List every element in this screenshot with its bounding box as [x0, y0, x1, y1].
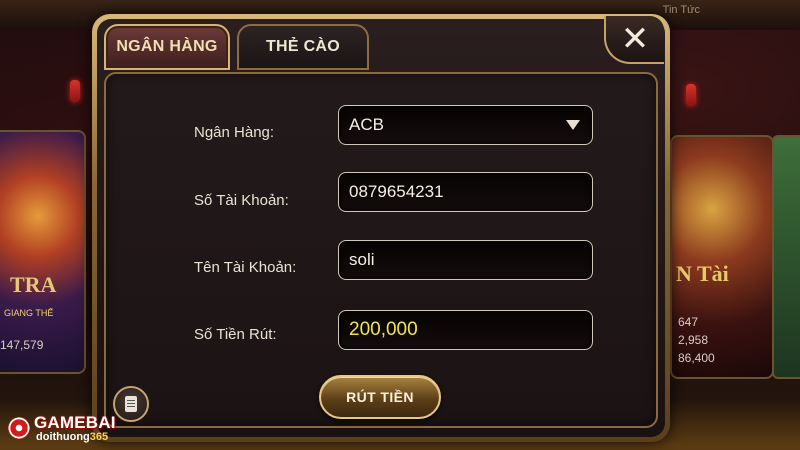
account-number-value: 0879654231: [349, 182, 444, 201]
gamebai-logo: GAMEBAI doithuong365: [8, 413, 150, 445]
account-name-value: soli: [349, 250, 375, 269]
tab-card-label: THẺ CÀO: [265, 38, 341, 55]
game-tile-title: TRA: [10, 272, 57, 297]
game-tile-right[interactable]: N Tài 647 2,958 86,400: [670, 135, 774, 379]
close-button[interactable]: ✕: [604, 16, 664, 64]
logo-sub-number: 365: [89, 431, 109, 443]
game-tile-title: N Tài: [676, 261, 729, 286]
account-number-input[interactable]: 0879654231: [338, 172, 593, 212]
logo-brand: GAMEBAI: [34, 413, 116, 432]
account-number-label: Số Tài Khoản:: [194, 192, 289, 209]
amount-value: 200,000: [349, 319, 418, 340]
game-tile-left[interactable]: TRA GIANG THẾ 147,579: [0, 130, 86, 374]
game-tile-value: 2,958: [678, 333, 709, 347]
tab-bank[interactable]: NGÂN HÀNG: [104, 24, 230, 70]
lantern-decoration: [686, 84, 696, 106]
game-tile-far-right[interactable]: [772, 135, 800, 379]
dropdown-caret-icon: [566, 120, 580, 130]
logo-subtitle: doithuong365: [36, 431, 108, 443]
tab-bank-label: NGÂN HÀNG: [116, 38, 218, 55]
withdraw-button-label: RÚT TIỀN: [346, 389, 414, 405]
bank-select-value: ACB: [349, 115, 384, 134]
game-tile-value: 86,400: [678, 351, 715, 365]
game-tile-jackpot: 147,579: [0, 338, 44, 352]
bank-label: Ngân Hàng:: [194, 124, 275, 141]
account-name-input[interactable]: soli: [338, 240, 593, 280]
poker-chip-icon: [8, 417, 30, 439]
close-icon: ✕: [620, 19, 650, 59]
game-tile-subtitle: GIANG THẾ: [4, 308, 54, 318]
amount-input[interactable]: 200,000: [338, 310, 593, 350]
document-icon: [125, 396, 137, 412]
withdraw-dialog: NGÂN HÀNG THẺ CÀO ✕ Ngân Hàng: ACB Số Tà…: [92, 14, 670, 442]
news-label[interactable]: Tin Tức: [663, 4, 700, 16]
game-tile-value: 647: [678, 315, 699, 329]
lantern-decoration: [70, 80, 80, 102]
tab-card[interactable]: THẺ CÀO: [237, 24, 369, 70]
bank-select[interactable]: ACB: [338, 105, 593, 145]
logo-sub-prefix: doithuong: [36, 431, 90, 443]
withdraw-button[interactable]: RÚT TIỀN: [319, 375, 441, 419]
account-name-label: Tên Tài Khoản:: [194, 259, 297, 276]
amount-label: Số Tiền Rút:: [194, 326, 277, 343]
